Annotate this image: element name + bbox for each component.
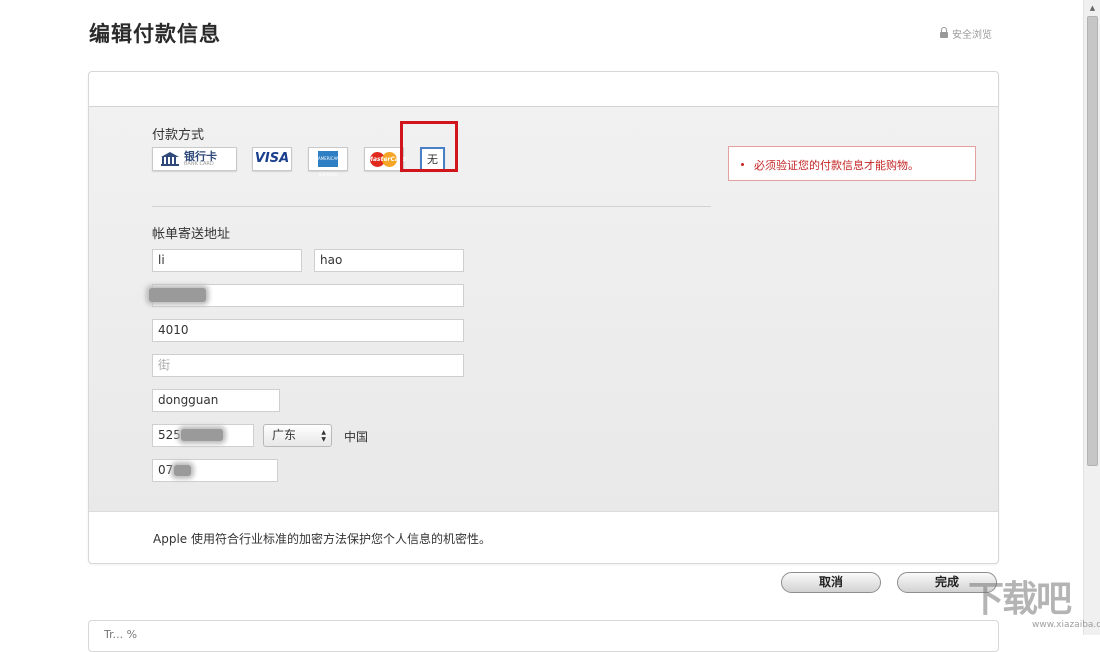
payment-method-bank-card[interactable]: 银行卡 BANK CARD [152,147,237,171]
payment-method-visa[interactable]: VISA [252,147,292,171]
error-message: 必须验证您的付款信息才能购物。 [754,159,919,172]
address-line2-field[interactable]: 4010 [152,319,464,342]
payment-method-amex[interactable]: AMERICAN EXPRESS [308,147,348,177]
payment-method-mastercard[interactable]: MasterCard [364,147,406,171]
country-label: 中国 [344,430,369,444]
cancel-button[interactable]: 取消 [781,572,881,593]
first-name-field[interactable]: li [152,249,302,272]
privacy-note: Apple 使用符合行业标准的加密方法保护您个人信息的机密性。 [153,532,491,546]
redacted-blur [149,288,206,302]
secure-browsing-indicator: 安全浏览 [940,26,992,41]
selection-highlight-box [400,121,458,172]
secure-label: 安全浏览 [952,30,992,41]
select-arrows-icon: ▲ ▼ [321,429,326,443]
province-value: 广东 [272,428,297,442]
redacted-blur [181,429,223,441]
phone-field[interactable]: 07 [152,459,278,482]
watermark-logo: 下载吧 [968,579,1072,620]
mastercard-logo-icon: MasterCard [367,151,406,167]
city-field[interactable]: dongguan [152,389,280,412]
province-select[interactable]: 广东 ▲ ▼ [263,424,332,447]
street-field[interactable]: 街 [152,354,464,377]
redacted-blur [174,465,191,476]
payment-method-label: 付款方式 [152,128,205,143]
error-message-box: 必须验证您的付款信息才能购物。 [728,146,976,181]
payment-form-panel: 付款方式 银行卡 BANK CARD VISA AMERICAN EXPRESS… [88,71,999,564]
scroll-up-arrow-icon[interactable]: ▲ [1084,0,1100,16]
bank-icon [161,152,179,166]
next-section-panel: Tr... % [88,620,999,652]
bullet-icon [741,163,744,166]
billing-address-label: 帐单寄送地址 [152,227,231,242]
page-title: 编辑付款信息 [89,22,221,46]
last-name-field[interactable]: hao [314,249,464,272]
amex-logo-icon: AMERICAN EXPRESS [318,151,339,177]
section-divider [152,206,711,207]
lock-icon [940,27,948,38]
vertical-scrollbar[interactable]: ▲ [1083,0,1100,635]
watermark-url: www.xiazaiba.com [1032,620,1100,630]
scrollbar-thumb[interactable] [1087,16,1098,466]
bank-card-sublabel: BANK CARD [184,161,214,167]
